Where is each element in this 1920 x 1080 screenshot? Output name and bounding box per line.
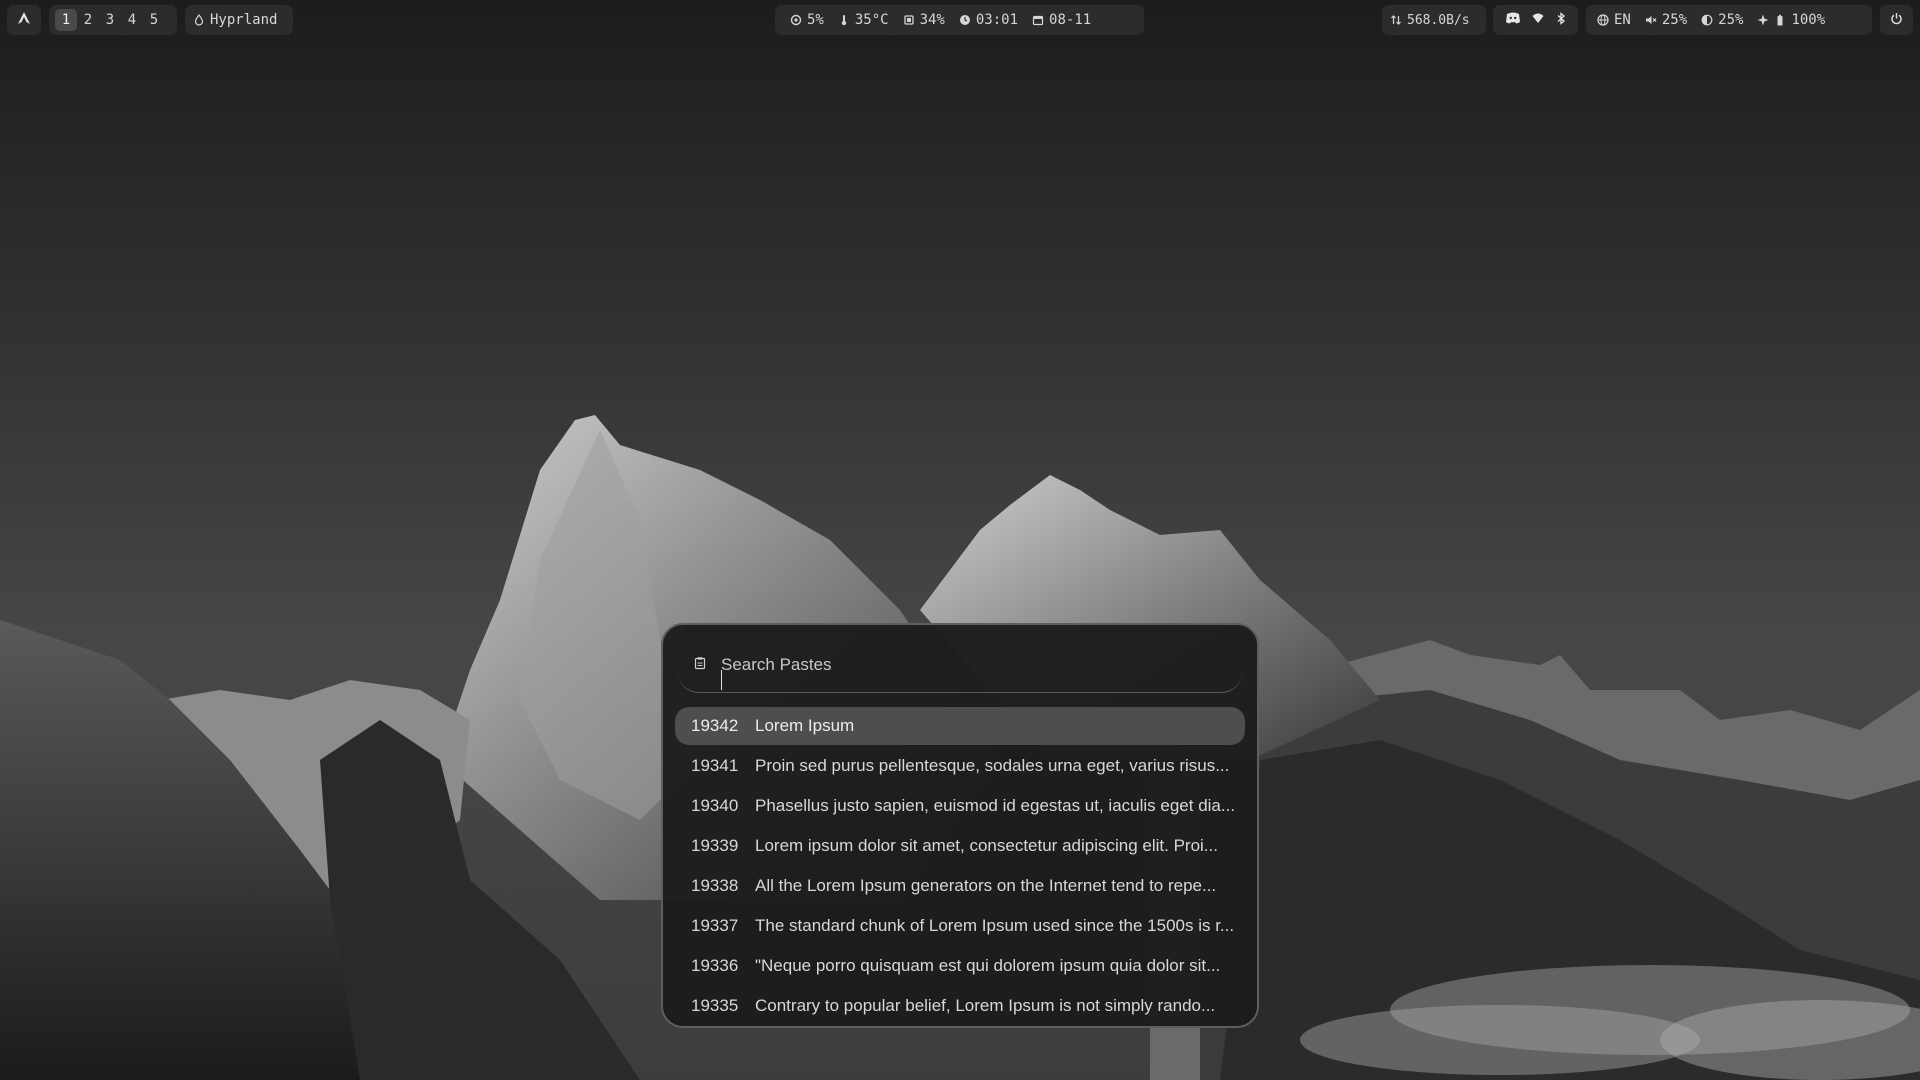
temperature-status[interactable]: 35°C bbox=[838, 12, 889, 28]
paste-item-selected[interactable]: 19342 Lorem Ipsum bbox=[675, 707, 1245, 745]
paste-id: 19342 bbox=[691, 716, 739, 735]
paste-item[interactable]: 19338 All the Lorem Ipsum generators on … bbox=[675, 867, 1245, 905]
memory-icon bbox=[903, 14, 915, 26]
search-bar[interactable] bbox=[677, 637, 1243, 693]
paste-item[interactable]: 19341 Proin sed purus pellentesque, soda… bbox=[675, 747, 1245, 785]
window-title-label: Hyprland bbox=[210, 12, 278, 28]
paste-list: 19342 Lorem Ipsum 19341 Proin sed purus … bbox=[675, 707, 1245, 1025]
arch-logo-icon bbox=[17, 11, 31, 29]
paste-item[interactable]: 19335 Contrary to popular belief, Lorem … bbox=[675, 987, 1245, 1025]
window-title[interactable]: Hyprland bbox=[185, 5, 293, 35]
clipboard-history-popup: 19342 Lorem Ipsum 19341 Proin sed purus … bbox=[661, 623, 1259, 1028]
power-saver-icon bbox=[1757, 14, 1769, 26]
volume-value: 25% bbox=[1661, 12, 1688, 28]
paste-id: 19341 bbox=[691, 756, 739, 775]
workspace-4[interactable]: 4 bbox=[121, 9, 143, 31]
temperature-value: 35°C bbox=[854, 12, 889, 28]
brightness-icon bbox=[1701, 14, 1713, 26]
paste-text: Lorem Ipsum bbox=[755, 716, 855, 735]
clipboard-icon bbox=[693, 655, 707, 674]
paste-item[interactable]: 19340 Phasellus justo sapien, euismod id… bbox=[675, 787, 1245, 825]
mute-icon bbox=[1645, 14, 1657, 26]
battery-status[interactable]: 100% bbox=[1757, 12, 1825, 28]
cpu-value: 5% bbox=[807, 12, 824, 28]
search-input[interactable] bbox=[721, 654, 1221, 675]
workspaces: 1 2 3 4 5 bbox=[49, 5, 177, 35]
paste-id: 19335 bbox=[691, 996, 739, 1015]
brightness-value: 25% bbox=[1718, 12, 1744, 28]
paste-text: Phasellus justo sapien, euismod id egest… bbox=[755, 796, 1236, 815]
text-cursor bbox=[721, 670, 722, 690]
date-status[interactable]: 08-11 bbox=[1032, 12, 1091, 28]
network-speed[interactable]: 568.0B/s bbox=[1382, 5, 1486, 35]
paste-item[interactable]: 19336 "Neque porro quisquam est qui dolo… bbox=[675, 947, 1245, 985]
memory-value: 34% bbox=[919, 12, 945, 28]
top-bar: 1 2 3 4 5 Hyprland 5% 35°C 34% 03:01 08-… bbox=[0, 5, 1920, 35]
paste-id: 19336 bbox=[691, 956, 739, 975]
drop-icon bbox=[193, 14, 205, 26]
cpu-icon bbox=[790, 14, 802, 26]
discord-icon[interactable] bbox=[1505, 11, 1521, 29]
volume-status[interactable]: 25% bbox=[1645, 12, 1687, 28]
bluetooth-icon[interactable] bbox=[1556, 11, 1566, 29]
paste-item[interactable]: 19337 The standard chunk of Lorem Ipsum … bbox=[675, 907, 1245, 945]
paste-text: All the Lorem Ipsum generators on the In… bbox=[755, 876, 1217, 895]
wifi-icon[interactable] bbox=[1532, 12, 1544, 28]
brightness-status[interactable]: 25% bbox=[1701, 12, 1743, 28]
workspace-3[interactable]: 3 bbox=[99, 9, 121, 31]
tray bbox=[1493, 5, 1578, 35]
quick-settings: EN 25% 25% 100% bbox=[1586, 5, 1872, 35]
workspace-1[interactable]: 1 bbox=[55, 9, 77, 31]
paste-id: 19339 bbox=[691, 836, 739, 855]
power-icon bbox=[1890, 12, 1903, 29]
paste-text: The standard chunk of Lorem Ipsum used s… bbox=[755, 916, 1235, 935]
clock-icon bbox=[959, 14, 971, 26]
language-value: EN bbox=[1614, 12, 1631, 28]
paste-id: 19338 bbox=[691, 876, 739, 895]
date-value: 08-11 bbox=[1049, 12, 1092, 28]
paste-text: Contrary to popular belief, Lorem Ipsum … bbox=[755, 996, 1216, 1015]
power-button[interactable] bbox=[1880, 5, 1913, 35]
language-status[interactable]: EN bbox=[1597, 12, 1631, 28]
clock-status[interactable]: 03:01 bbox=[959, 12, 1018, 28]
system-status: 5% 35°C 34% 03:01 08-11 bbox=[775, 5, 1144, 35]
globe-icon bbox=[1597, 14, 1609, 26]
memory-status[interactable]: 34% bbox=[903, 12, 945, 28]
workspace-5[interactable]: 5 bbox=[143, 9, 165, 31]
paste-id: 19337 bbox=[691, 916, 739, 935]
cpu-status[interactable]: 5% bbox=[790, 12, 824, 28]
launcher-button[interactable] bbox=[7, 5, 41, 35]
paste-text: "Neque porro quisquam est qui dolorem ip… bbox=[755, 956, 1221, 975]
battery-value: 100% bbox=[1791, 12, 1826, 28]
paste-text: Lorem ipsum dolor sit amet, consectetur … bbox=[755, 836, 1218, 855]
battery-icon bbox=[1774, 14, 1786, 26]
paste-item[interactable]: 19339 Lorem ipsum dolor sit amet, consec… bbox=[675, 827, 1245, 865]
network-arrows-icon bbox=[1390, 14, 1402, 26]
paste-text: Proin sed purus pellentesque, sodales ur… bbox=[755, 756, 1230, 775]
workspace-2[interactable]: 2 bbox=[77, 9, 99, 31]
clock-value: 03:01 bbox=[975, 12, 1019, 28]
paste-id: 19340 bbox=[691, 796, 739, 815]
calendar-icon bbox=[1032, 14, 1044, 26]
thermometer-icon bbox=[838, 14, 850, 26]
network-speed-value: 568.0B/s bbox=[1407, 12, 1470, 28]
